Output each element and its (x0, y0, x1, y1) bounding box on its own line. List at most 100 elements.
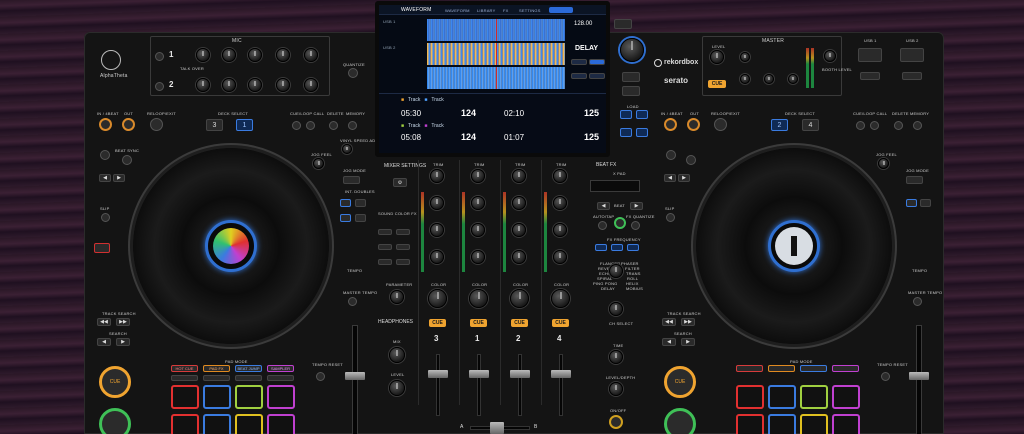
mic1-level-knob[interactable] (196, 48, 210, 62)
right-beat-sync-b-button[interactable] (686, 155, 696, 165)
channel-fader-ch3[interactable] (428, 370, 448, 378)
fx-frequency-mid[interactable] (611, 244, 623, 251)
load-deck4-button[interactable] (636, 110, 648, 119)
beat-fx-left-button[interactable]: ◀ (597, 202, 610, 210)
mic2-low-knob[interactable] (276, 78, 290, 92)
right-pad-1[interactable] (736, 385, 764, 409)
sound-color-fx-3[interactable] (378, 244, 392, 250)
left-pad-6[interactable] (203, 414, 231, 434)
load-deck1-button[interactable] (620, 128, 632, 137)
fx-frequency-high[interactable] (627, 244, 639, 251)
left-pad-1[interactable] (171, 385, 199, 409)
right-pad-2[interactable] (768, 385, 796, 409)
parameter-knob[interactable] (390, 290, 404, 304)
color-knob-ch1[interactable] (469, 289, 488, 308)
headphones-mix-knob[interactable] (389, 347, 405, 363)
channel-fader-ch4[interactable] (551, 370, 571, 378)
left-jog-feel-knob[interactable] (313, 158, 324, 169)
right-delete-button[interactable] (894, 121, 903, 130)
right-out-button[interactable] (687, 118, 700, 131)
right-jog-mode-button[interactable] (906, 176, 923, 184)
left-pad-4[interactable] (267, 385, 295, 409)
screen-fx-button-a[interactable] (571, 59, 587, 65)
screen-tab-4[interactable]: SETTINGS (519, 8, 541, 13)
left-pad-mode-row2-c[interactable] (235, 375, 262, 381)
left-track-search-next-button[interactable]: ▶▶ (116, 318, 130, 326)
quantize-button[interactable] (348, 68, 358, 78)
low-knob-ch2[interactable] (512, 250, 526, 264)
right-loop-call-next-button[interactable] (870, 121, 879, 130)
low-knob-ch1[interactable] (471, 250, 485, 264)
screen-tab-3[interactable]: FX (503, 8, 509, 13)
left-master-tempo-button[interactable] (348, 297, 357, 306)
channel-cue-ch2[interactable]: CUE (511, 319, 528, 327)
right-pad-4[interactable] (832, 385, 860, 409)
right-search-ff-button[interactable]: ▶ (681, 338, 695, 346)
left-tempo-reset-button[interactable] (316, 372, 325, 381)
trim-knob-ch2[interactable] (512, 169, 526, 183)
left-play-button[interactable] (99, 408, 131, 434)
left-pad-fx-button[interactable]: PAD FX (203, 365, 230, 372)
mic2-level-knob[interactable] (196, 78, 210, 92)
usb1-stop-button[interactable] (860, 72, 880, 80)
left-search-rew-button[interactable]: ◀ (97, 338, 111, 346)
mixer-settings-button[interactable]: ⚙ (393, 178, 407, 187)
right-in-button[interactable] (664, 118, 677, 131)
fx-on-off-button[interactable] (609, 415, 623, 429)
channel-cue-ch3[interactable]: CUE (429, 319, 446, 327)
trim-knob-ch3[interactable] (430, 169, 444, 183)
left-loop-call-next-button[interactable] (306, 121, 315, 130)
master-eq-2-knob[interactable] (740, 74, 750, 84)
left-deck3-select-button[interactable] (340, 214, 351, 222)
screen-fx-button-d[interactable] (589, 73, 605, 79)
screen-side-button-1[interactable] (614, 19, 632, 29)
color-knob-ch4[interactable] (551, 289, 570, 308)
right-sampler-button[interactable] (832, 365, 859, 372)
rotary-selector[interactable] (620, 38, 644, 62)
main-touch-screen[interactable]: WAVEFORM WAVEFORM LIBRARY FX SETTINGS US… (375, 1, 610, 157)
mid-knob-ch3[interactable] (430, 223, 444, 237)
right-cue-button[interactable]: CUE (664, 366, 696, 398)
left-pad-2[interactable] (203, 385, 231, 409)
left-hot-cue-button[interactable]: HOT CUE (171, 365, 198, 372)
left-deck-select-3[interactable]: 3 (206, 119, 223, 131)
right-memory-button[interactable] (913, 121, 922, 130)
color-knob-ch2[interactable] (510, 289, 529, 308)
trim-knob-ch1[interactable] (471, 169, 485, 183)
right-master-tempo-button[interactable] (913, 297, 922, 306)
fx-select-knob[interactable] (609, 264, 623, 278)
left-pad-8[interactable] (267, 414, 295, 434)
mic1-mid-knob[interactable] (248, 48, 262, 62)
tap-button[interactable] (614, 217, 626, 229)
master-eq-3-knob[interactable] (764, 74, 774, 84)
right-pad-7[interactable] (800, 414, 828, 434)
left-doubles-button[interactable] (355, 199, 366, 207)
left-delete-button[interactable] (329, 121, 338, 130)
right-beat-sync-button[interactable] (666, 150, 676, 160)
right-deck-select-4[interactable]: 4 (802, 119, 819, 131)
master-eq-4-knob[interactable] (788, 74, 798, 84)
right-play-button[interactable] (664, 408, 696, 434)
mic2-extra-knob[interactable] (304, 78, 318, 92)
hi-knob-ch4[interactable] (553, 196, 567, 210)
left-in-button[interactable] (99, 118, 112, 131)
mic1-low-knob[interactable] (276, 48, 290, 62)
beat-fx-right-button[interactable]: ▶ (630, 202, 643, 210)
crossfader-cap[interactable] (490, 422, 504, 434)
trim-knob-ch4[interactable] (553, 169, 567, 183)
left-censor-button[interactable] (94, 243, 110, 253)
usb2-slot[interactable] (900, 48, 924, 62)
right-tempo-reset-button[interactable] (881, 372, 890, 381)
left-beat-sync-button[interactable] (100, 150, 110, 160)
left-track-search-prev-button[interactable]: ◀◀ (97, 318, 111, 326)
right-loop-call-prev-button[interactable] (856, 121, 865, 130)
load-deck3-button[interactable] (620, 110, 632, 119)
screen-tab-1[interactable]: WAVEFORM (445, 8, 470, 13)
hi-knob-ch1[interactable] (471, 196, 485, 210)
low-knob-ch3[interactable] (430, 250, 444, 264)
right-search-fwd-button[interactable]: ▶ (678, 174, 690, 182)
right-track-search-next-button[interactable]: ▶▶ (681, 318, 695, 326)
left-cue-button[interactable]: CUE (99, 366, 131, 398)
left-deck-select-1[interactable]: 1 (236, 119, 253, 131)
ch-select-knob[interactable] (609, 302, 623, 316)
